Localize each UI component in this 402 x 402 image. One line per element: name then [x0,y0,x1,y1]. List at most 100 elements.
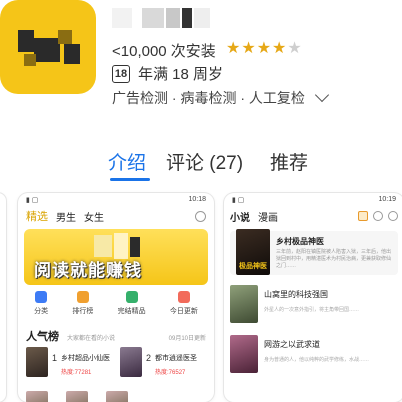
quick-link-label: 排行榜 [72,308,94,315]
banner-title: 阅读就能赚钱 [34,261,142,280]
promo-banner: 阅读就能赚钱 [24,229,208,285]
star-icon: ★ [256,40,273,57]
name-mosaic-block [182,8,192,28]
book-description: 三年前，赵阳在镇医院被人陷害入狱，三年后，他出狱回到村中，用精湛医术为村民治病，… [276,249,392,269]
screenshot-home[interactable]: ▮ ▢ 10:18 精选 男生 女生 阅读就能赚钱 分类 排行榜 完结精品 今日… [18,193,214,402]
ranking-header: 人气榜 大家都在看的小说 09月10日更新 [26,328,206,344]
status-time: 10:19 [378,196,396,203]
quick-link-category: 分类 [34,291,48,321]
half-star-icon: ★ [272,40,288,57]
ranking-title: 人气榜 [26,331,59,343]
quick-link-completed: 完结精品 [118,291,146,321]
security-checks[interactable]: 广告检测 · 病毒检测 · 人工复检 [112,87,329,108]
nav-featured: 精选 [26,211,48,223]
tab-recommend[interactable]: 推荐 [270,148,308,175]
book-cover [120,347,142,377]
icon-mosaic-block [34,38,60,62]
more-covers [26,391,206,402]
book-cover [230,285,258,323]
book-title: 网游之以武求道 [264,340,320,349]
chevron-down-icon[interactable] [314,87,329,103]
ranking-date: 09月10日更新 [168,336,206,342]
app-icon [0,0,96,94]
bookshelf-icon [358,211,368,221]
age-badge-icon: 18 [112,64,130,83]
search-icon [195,210,206,222]
age-rating: 18 年满 18 周岁 [112,63,223,84]
book-title: 乡村超品小仙医 [61,355,111,362]
age-text: 年满 18 周岁 [138,66,224,83]
icon-mosaic-block [24,54,36,66]
star-empty-icon: ★ [287,40,303,57]
book-cover [106,391,128,402]
status-icons: ▮ ▢ [26,197,39,204]
book-description: 身为普通的人，他以纯粹的武学修练，水战…… [264,357,370,363]
banner-mosaic-block [94,235,112,257]
ranking-icon [76,291,89,303]
security-checks-text: 广告检测 · 病毒检测 · 人工复检 [112,90,305,106]
banner-mosaic-block [130,237,140,257]
app-name-redacted [112,8,222,30]
book-cover [66,391,88,402]
install-count: <10,000 次安装 [112,43,216,60]
tab-reviews[interactable]: 评论 (27) [166,148,243,175]
name-mosaic-block [194,8,210,28]
status-bar: ▮ ▢ 10:18 [26,196,206,206]
icon-mosaic-block [18,30,34,52]
active-tab-indicator [110,178,150,181]
rating-stars: ★★★★★ [226,38,303,58]
quick-links: 分类 排行榜 完结精品 今日更新 [22,291,210,321]
book-cover: 极品神医 [236,229,270,275]
category-icon [35,291,48,303]
ranking-list: 1 乡村超品小仙医 热度:77281 2 都市逍遥医圣 热度:76527 [26,347,206,377]
status-bar: ▮ ▢ 10:19 [232,196,396,206]
search-icon [373,211,383,221]
calendar-icon [177,291,190,303]
quick-link-updates: 今日更新 [170,291,198,321]
book-cover [230,335,258,373]
tab-intro[interactable]: 介绍 [108,148,146,175]
book-title: 山窝里的科技强国 [264,290,328,299]
book-description: 外星人的一次意外指引，将主角带回国…… [264,307,360,313]
icon-mosaic-block [58,30,72,44]
list-item: 山窝里的科技强国 外星人的一次意外指引，将主角带回国…… [230,285,398,335]
list-item: 2 都市逍遥医圣 热度:76527 [120,347,206,377]
book-list: 山窝里的科技强国 外星人的一次意外指引，将主角带回国…… 网游之以武求道 身为普… [230,285,398,385]
star-icon: ★ [226,40,242,57]
book-title: 乡村极品神医 [276,237,324,246]
name-mosaic-block [166,8,180,28]
ranking-subtitle: 大家都在看的小说 [67,336,116,342]
icon-mosaic-block [64,44,80,64]
screenshot-library[interactable]: ▮ ▢ 10:19 小说 漫画 极品神医 乡村极品神医 三年前，赵阳在镇医院被人… [224,193,402,402]
quick-link-ranking: 排行榜 [72,291,93,321]
menu-icon [388,211,398,221]
nav-male: 男生 [56,212,76,224]
list-item: 1 乡村超品小仙医 热度:77281 [26,347,112,377]
quick-link-label: 分类 [34,308,49,315]
book-hotness: 热度:77281 [61,370,92,376]
name-mosaic-block [112,8,132,28]
screenshot-prev[interactable] [0,193,6,402]
quick-link-label: 完结精品 [117,308,146,315]
nav-female: 女生 [84,212,104,224]
name-mosaic-block [142,8,164,28]
book-icon [125,291,138,303]
detail-tabs: 介绍 评论 (27) 推荐 [0,148,402,188]
status-time: 10:18 [188,196,206,203]
list-item: 网游之以武求道 身为普通的人，他以纯粹的武学修练，水战…… [230,335,398,385]
book-title: 都市逍遥医圣 [155,355,198,362]
nav-icons [358,211,398,221]
library-nav: 小说 漫画 [230,208,398,224]
featured-book: 极品神医 乡村极品神医 三年前，赵阳在镇医院被人陷害入狱，三年后，他出狱回到村中… [230,229,398,275]
home-nav: 精选 男生 女生 [26,208,206,224]
book-rank: 1 [52,353,58,363]
book-cover [26,347,48,377]
nav-comics: 漫画 [258,212,278,224]
nav-novels: 小说 [230,212,250,224]
status-icons: ▮ ▢ [232,197,245,204]
quick-link-label: 今日更新 [169,308,198,315]
book-hotness: 热度:76527 [155,370,186,376]
book-rank: 2 [146,353,152,363]
star-icon: ★ [241,40,257,57]
book-cover [26,391,48,402]
